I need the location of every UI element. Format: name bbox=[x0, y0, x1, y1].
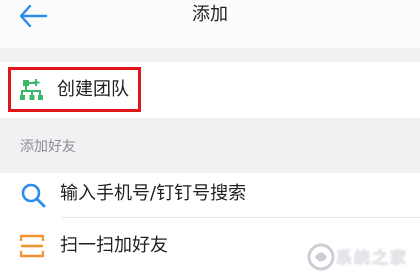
watermark-text: 系统之家 bbox=[336, 248, 409, 267]
section-spacer bbox=[0, 48, 420, 62]
watermark: 系统之家 bbox=[300, 238, 420, 280]
system-home-logo bbox=[307, 243, 335, 271]
section-header-label: 添加好友 bbox=[20, 139, 76, 155]
top-bar: 添加 bbox=[0, 0, 420, 48]
create-team-row[interactable]: 创建团队 bbox=[0, 62, 420, 118]
scan-icon bbox=[20, 234, 44, 258]
add-friends-section-header: 添加好友 bbox=[0, 118, 420, 173]
search-by-phone-row[interactable]: 输入手机号/钉钉号搜索 bbox=[0, 173, 420, 217]
create-team-label: 创建团队 bbox=[57, 79, 129, 100]
org-chart-plus-icon bbox=[20, 79, 43, 100]
scan-row-label: 扫一扫加好友 bbox=[60, 235, 168, 256]
search-icon bbox=[21, 183, 46, 208]
search-row-label: 输入手机号/钉钉号搜索 bbox=[60, 183, 247, 204]
page-title: 添加 bbox=[192, 4, 228, 25]
